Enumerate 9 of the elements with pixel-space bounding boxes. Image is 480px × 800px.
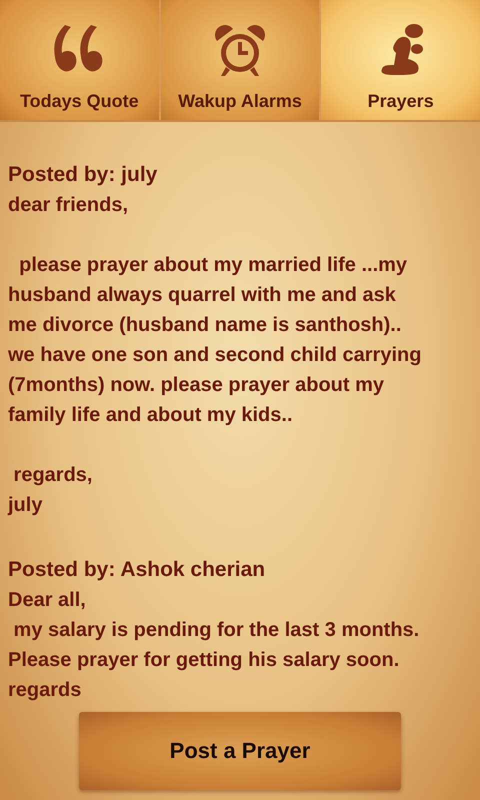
tab[interactable]: Todays Quote <box>0 0 161 120</box>
post-prayer-button[interactable]: Post a Prayer <box>79 712 401 790</box>
post-body: Dear all, my salary is pending for the last 3 months. Please prayer for getting his salary soon. regards <box>8 588 420 703</box>
post-author: Posted by: Ashok cherian <box>8 557 266 583</box>
tab[interactable]: Prayers <box>321 0 480 120</box>
post-body: dear friends, please prayer about my married life ...my husband always quarrel with me and ask me divorce (husband name is santhosh).. we have one son and second child carrying (7months) now. please prayer about my family life and about my kids.. regards, july <box>8 193 422 518</box>
tab[interactable]: Wakup Alarms <box>160 0 322 120</box>
post-author: Posted by: july <box>8 162 158 188</box>
alarm-clock-icon <box>213 23 267 79</box>
